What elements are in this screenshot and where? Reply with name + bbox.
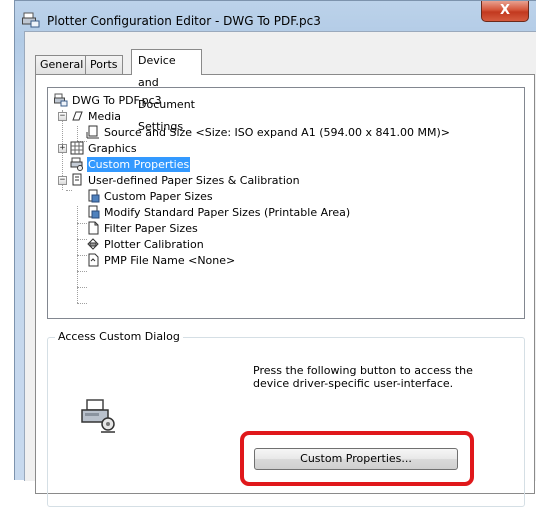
tree-item-label: Filter Paper Sizes [104,221,198,235]
custom-paper-icon [88,189,100,203]
close-button[interactable]: X [481,1,529,22]
collapse-media-toggle[interactable]: − [58,112,67,121]
tree-item-modify-standard[interactable]: Modify Standard Paper Sizes (Printable A… [86,204,351,220]
paper-size-icon [86,125,99,139]
tree-item-label: Custom Properties [87,156,191,172]
tab-device-document-settings[interactable]: Device and Document Settings [131,49,202,133]
tree-item-label: Plotter Calibration [104,237,204,251]
filter-paper-icon [88,221,99,235]
tree-item-custom-properties[interactable]: Custom Properties [70,156,191,172]
tree-item-label: Custom Paper Sizes [104,189,213,203]
access-description: Press the following button to access the… [253,364,483,390]
tree-item-user-defined[interactable]: User-defined Paper Sizes & Calibration [70,172,301,188]
group-title: Access Custom Dialog [55,330,183,343]
expand-graphics-toggle[interactable]: + [58,144,67,153]
tree-item-custom-paper-sizes[interactable]: Custom Paper Sizes [86,188,214,204]
description-line: Press the following button to access the [253,364,473,377]
user-defined-paper-icon [72,173,82,186]
graphics-icon [70,141,84,155]
plotter-properties-icon [81,399,115,433]
modify-paper-icon [88,205,100,219]
plotter-config-window: Plotter Configuration Editor - DWG To PD… [14,0,536,507]
plotter-config-icon [54,93,68,107]
window-title: Plotter Configuration Editor - DWG To PD… [47,14,321,28]
custom-properties-button[interactable]: Custom Properties... [254,448,458,470]
tree-line [77,287,87,288]
tree-item-label: Media [88,109,122,123]
tree-item-label: PMP File Name <None> [104,253,236,267]
plotter-calibration-icon [87,238,99,250]
tab-general[interactable]: General [35,55,89,74]
plotter-app-icon [22,12,40,28]
collapse-user-defined-toggle[interactable]: − [58,176,67,185]
device-settings-panel: DWG To PDF.pc3 − Media Source and Size <… [35,74,535,507]
description-line: device driver-specific user-interface. [253,377,454,390]
tree-item-plotter-calibration[interactable]: Plotter Calibration [86,236,205,252]
tree-item-label: Modify Standard Paper Sizes (Printable A… [104,205,351,219]
tree-item-label: Graphics [88,141,137,155]
dialog-client-area: General Ports Device and Document Settin… [24,31,536,507]
tree-item-graphics[interactable]: Graphics [70,140,138,156]
tree-line [77,303,87,304]
title-bar[interactable]: Plotter Configuration Editor - DWG To PD… [15,1,536,31]
media-icon [72,111,83,121]
tree-item-label: User-defined Paper Sizes & Calibration [88,173,300,187]
tree-line [77,271,87,272]
settings-tree[interactable]: DWG To PDF.pc3 − Media Source and Size <… [47,87,525,319]
access-custom-dialog-group: Access Custom Dialog Press the following… [47,330,525,507]
tab-ports[interactable]: Ports [85,55,123,74]
tree-line [77,126,78,141]
tree-line [66,190,72,191]
pmp-file-icon [88,253,99,267]
tree-item-media[interactable]: Media [70,108,122,124]
tree-item-pmp-file[interactable]: PMP File Name <None> [86,252,236,268]
tree-item-filter-paper[interactable]: Filter Paper Sizes [86,220,199,236]
custom-properties-icon [70,157,83,171]
